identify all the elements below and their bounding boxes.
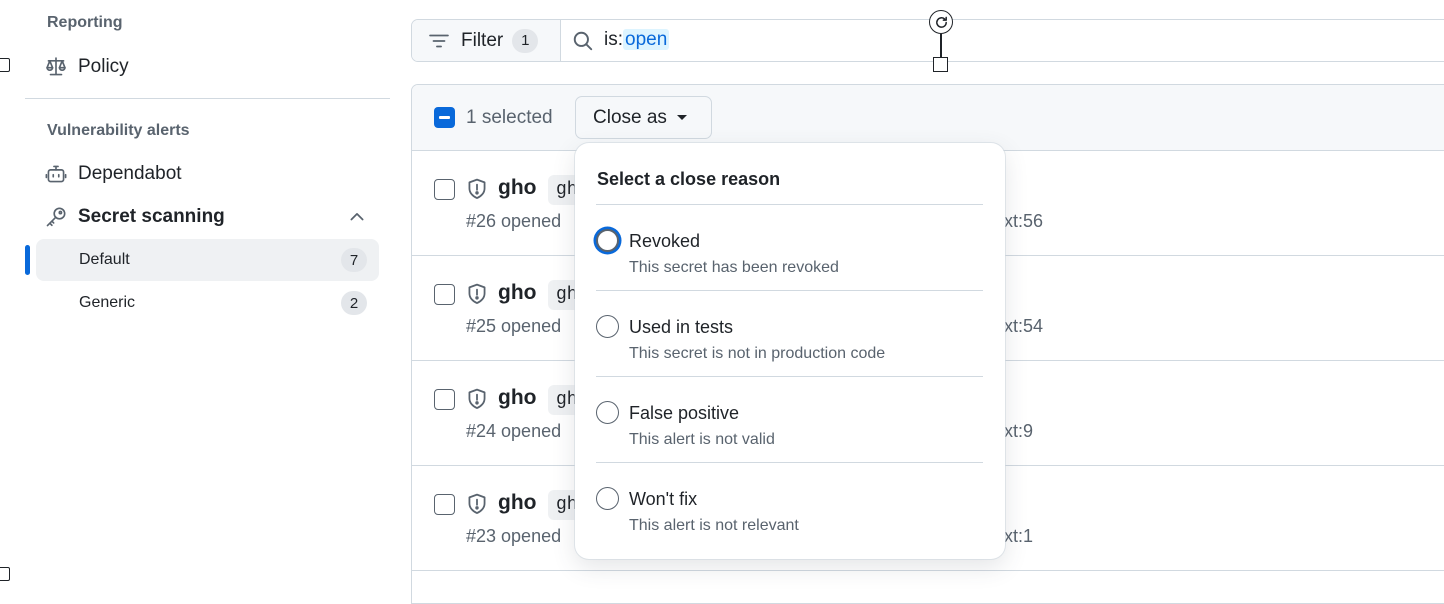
sidebar-item-dependabot[interactable]: Dependabot xyxy=(36,154,379,194)
option-label: False positive xyxy=(629,403,740,423)
query-key: is: xyxy=(604,29,623,50)
alert-meta: #24 opened xyxy=(466,421,562,441)
option-false-positive[interactable]: False positive This alert is not valid xyxy=(575,377,1005,463)
filter-label: Filter xyxy=(461,29,504,51)
option-radio[interactable] xyxy=(596,401,619,424)
option-label: Used in tests xyxy=(629,317,734,337)
alert-title[interactable]: gho xyxy=(498,386,536,410)
alert-title[interactable]: gho xyxy=(498,281,536,305)
alert-meta: #26 opened xyxy=(466,211,562,231)
alert-meta: #25 opened xyxy=(466,316,562,336)
menu-header: Select a close reason xyxy=(597,169,781,189)
row-checkbox[interactable] xyxy=(434,389,455,410)
alert-meta: #23 opened xyxy=(466,526,562,546)
option-wont-fix[interactable]: Won't fix This alert is not relevant xyxy=(575,463,1005,549)
alert-title[interactable]: gho xyxy=(498,176,536,200)
resize-handle-line xyxy=(940,34,942,58)
option-description: This secret is not in production code xyxy=(629,345,886,362)
option-description: This secret has been revoked xyxy=(629,259,839,276)
sidebar-item-secret-scanning[interactable]: Secret scanning xyxy=(36,197,379,237)
row-checkbox[interactable] xyxy=(434,494,455,515)
search-icon xyxy=(572,30,594,52)
filter-count-badge: 1 xyxy=(512,28,539,53)
counter-badge: 2 xyxy=(341,291,367,315)
query-value: open xyxy=(623,29,670,50)
sidebar-item-policy[interactable]: Policy xyxy=(36,47,379,87)
edge-checkbox-top[interactable] xyxy=(0,58,10,72)
counter-badge: 7 xyxy=(341,248,367,272)
law-icon xyxy=(45,56,67,78)
close-reason-menu: Select a close reason Revoked This secre… xyxy=(575,143,1005,559)
list-header: 1 selected Close as xyxy=(412,85,1444,151)
active-indicator xyxy=(25,245,30,275)
option-label: Won't fix xyxy=(629,489,698,509)
reporting-section-title: Reporting xyxy=(47,14,123,31)
chevron-up-icon[interactable] xyxy=(347,207,367,227)
resize-handle[interactable] xyxy=(933,57,948,72)
selected-count: 1 selected xyxy=(466,107,553,128)
option-radio[interactable] xyxy=(596,229,619,252)
alert-location: xt:1 xyxy=(1004,526,1034,546)
select-all-checkbox[interactable] xyxy=(434,107,455,128)
sidebar-item-label: Policy xyxy=(78,56,129,77)
row-checkbox[interactable] xyxy=(434,284,455,305)
sidebar: Reporting Policy Vulnerability alerts De… xyxy=(0,0,400,592)
option-radio[interactable] xyxy=(596,315,619,338)
option-radio[interactable] xyxy=(596,487,619,510)
alert-location: xt:54 xyxy=(1004,316,1044,336)
search-input[interactable]: is: open xyxy=(604,29,670,51)
close-as-button[interactable]: Close as xyxy=(575,96,712,139)
shield-icon xyxy=(466,283,488,305)
filter-icon xyxy=(428,30,450,52)
alert-location: xt:9 xyxy=(1004,421,1034,441)
shield-icon xyxy=(466,178,488,200)
filter-bar: Filter 1 is: open xyxy=(411,19,1444,62)
key-icon xyxy=(45,206,67,228)
edge-checkbox-bottom[interactable] xyxy=(0,567,10,581)
shield-icon xyxy=(466,493,488,515)
rotate-icon[interactable] xyxy=(929,10,953,34)
sidebar-item-generic[interactable]: Generic 2 xyxy=(36,282,379,324)
filter-button[interactable]: Filter 1 xyxy=(412,20,561,61)
option-label: Revoked xyxy=(629,231,701,251)
close-as-label: Close as xyxy=(593,106,667,128)
sidebar-item-label: Default xyxy=(79,251,130,268)
option-used-in-tests[interactable]: Used in tests This secret is not in prod… xyxy=(575,291,1005,377)
option-description: This alert is not valid xyxy=(629,431,775,448)
alert-title[interactable]: gho xyxy=(498,491,536,515)
sidebar-item-default[interactable]: Default 7 xyxy=(36,239,379,281)
sidebar-item-label: Secret scanning xyxy=(78,206,225,227)
option-description: This alert is not relevant xyxy=(629,517,799,534)
shield-icon xyxy=(466,388,488,410)
row-checkbox[interactable] xyxy=(434,179,455,200)
sidebar-item-label: Generic xyxy=(79,294,136,311)
option-revoked[interactable]: Revoked This secret has been revoked xyxy=(575,205,1005,291)
caret-down-icon xyxy=(676,115,687,120)
vulnerability-section-title: Vulnerability alerts xyxy=(47,122,190,139)
alert-location: xt:56 xyxy=(1004,211,1044,231)
sidebar-item-label: Dependabot xyxy=(78,163,182,184)
sidebar-divider xyxy=(25,98,390,99)
dependabot-icon xyxy=(45,163,67,185)
